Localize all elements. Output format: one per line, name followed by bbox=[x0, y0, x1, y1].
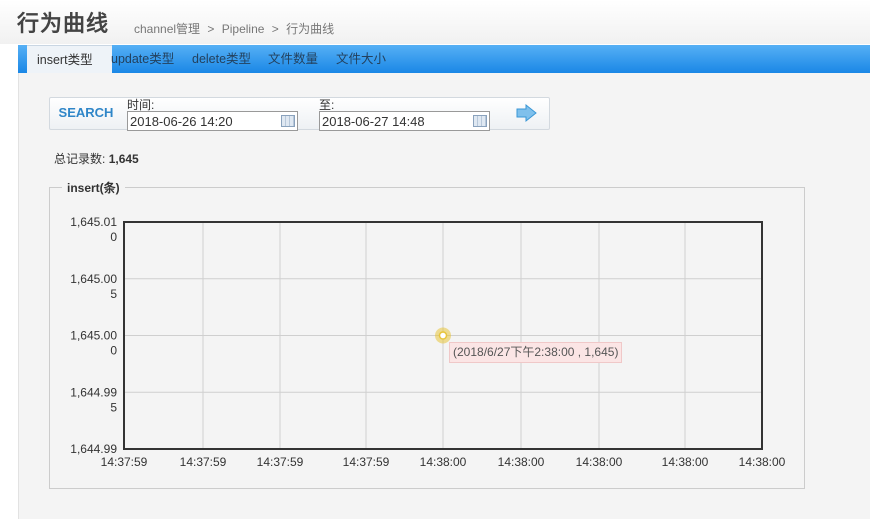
x-tick-label: 14:37:59 bbox=[343, 455, 390, 469]
y-tick-label: 5 bbox=[110, 287, 117, 301]
x-tick-label: 14:38:00 bbox=[498, 455, 545, 469]
x-tick-label: 14:37:59 bbox=[257, 455, 304, 469]
y-tick-label: 1,644.99 bbox=[70, 385, 117, 399]
chart-tooltip: (2018/6/27下午2:38:00 , 1,645) bbox=[449, 342, 623, 363]
y-tick-label: 0 bbox=[110, 344, 117, 358]
y-tick-label: 5 bbox=[110, 400, 117, 414]
data-point bbox=[438, 331, 448, 340]
y-tick-label: 1,645.01 bbox=[70, 215, 117, 229]
x-tick-label: 14:38:00 bbox=[420, 455, 467, 469]
y-tick-label: 1,645.00 bbox=[70, 329, 117, 343]
y-tick-label: 1,644.99 bbox=[70, 442, 117, 456]
y-tick-label: 0 bbox=[110, 230, 117, 244]
x-tick-label: 14:37:59 bbox=[180, 455, 227, 469]
x-tick-label: 14:38:00 bbox=[739, 455, 786, 469]
x-tick-label: 14:38:00 bbox=[662, 455, 709, 469]
insert-chart: 1,645.0101,645.0051,645.0001,644.9951,64… bbox=[70, 215, 786, 469]
y-tick-label: 1,645.00 bbox=[70, 272, 117, 286]
x-tick-label: 14:38:00 bbox=[576, 455, 623, 469]
x-tick-label: 14:37:59 bbox=[101, 455, 148, 469]
